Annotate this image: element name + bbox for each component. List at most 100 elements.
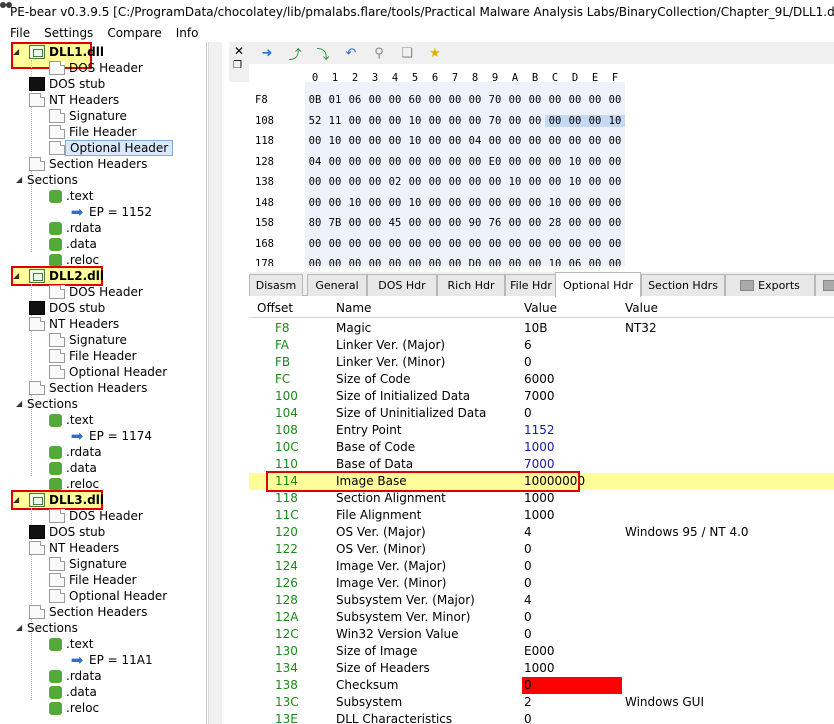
hex-byte[interactable]: 00 (365, 176, 385, 188)
hex-row[interactable]: 178 00 00 00 00 00 00 00 00 D0 00 00 00 10 06 00 00 (249, 256, 834, 266)
tree-item-dos-stub[interactable]: DOS stub (29, 524, 105, 540)
tree-item-section-data[interactable]: .data (49, 236, 97, 252)
table-row[interactable]: FA Linker Ver. (Major) 6 (249, 337, 834, 354)
tree-item-entry-point[interactable]: ➡ EP = 1174 (69, 428, 152, 444)
hex-byte[interactable]: 00 (405, 238, 425, 250)
tree-item-entry-point[interactable]: ➡ EP = 1152 (69, 204, 152, 220)
row-value[interactable]: 0 (524, 559, 532, 573)
table-row[interactable]: FC Size of Code 6000 (249, 371, 834, 388)
hex-byte[interactable]: 76 (485, 217, 505, 229)
tree-item-entry-point[interactable]: ➡ EP = 11A1 (69, 652, 153, 668)
row-value[interactable]: 6000 (524, 372, 555, 386)
hex-byte[interactable]: 00 (465, 156, 485, 168)
dll-node[interactable]: DLL3.dll (29, 492, 104, 508)
hex-byte[interactable]: 00 (465, 115, 485, 127)
hex-byte[interactable]: 00 (385, 94, 405, 106)
table-row[interactable]: 124 Image Ver. (Major) 0 (249, 558, 834, 575)
hex-byte[interactable]: 00 (405, 217, 425, 229)
hex-byte[interactable]: 00 (445, 115, 465, 127)
hex-byte[interactable]: 00 (325, 156, 345, 168)
hex-byte[interactable]: 00 (585, 135, 605, 147)
hex-row[interactable]: 138 00 00 00 00 02 00 00 00 00 00 10 00 00 10 00 00 (249, 174, 834, 190)
hex-byte[interactable]: 10 (345, 197, 365, 209)
table-row[interactable]: 114 Image Base 10000000 (249, 471, 834, 492)
hex-byte[interactable]: 00 (445, 176, 465, 188)
row-value[interactable]: 1000 (524, 491, 555, 505)
table-row[interactable]: F8 Magic 10B NT32 (249, 320, 834, 337)
hex-byte[interactable]: 00 (585, 176, 605, 188)
hex-byte[interactable]: 00 (305, 135, 325, 147)
pin-icon[interactable]: ⚲ (369, 44, 389, 62)
tree-item-nt-headers[interactable]: NT Headers (29, 316, 119, 332)
hex-byte[interactable]: 00 (605, 94, 625, 106)
hex-byte[interactable]: 00 (505, 156, 525, 168)
row-value[interactable]: 10B (524, 321, 548, 335)
hex-byte[interactable]: 00 (385, 156, 405, 168)
tree-item-section-data[interactable]: .data (49, 684, 97, 700)
col-value-desc[interactable]: Value (625, 301, 658, 315)
row-value[interactable]: 0 (524, 678, 532, 692)
hex-byte[interactable]: 00 (545, 94, 565, 106)
hex-byte[interactable]: 00 (445, 135, 465, 147)
hex-byte[interactable]: 00 (605, 176, 625, 188)
hex-byte[interactable]: 00 (445, 94, 465, 106)
undo-icon[interactable]: ↶ (341, 44, 361, 62)
row-value[interactable]: 0 (524, 355, 532, 369)
hex-byte[interactable]: 00 (605, 217, 625, 229)
hex-byte[interactable]: 00 (565, 114, 585, 127)
menu-info[interactable]: Info (176, 26, 199, 40)
hex-byte[interactable]: E0 (485, 156, 505, 168)
tree-item-dos-stub[interactable]: DOS stub (29, 300, 105, 316)
hex-byte[interactable]: 10 (405, 197, 425, 209)
tree-item-signature[interactable]: Signature (49, 332, 127, 348)
hex-byte[interactable]: 00 (385, 238, 405, 250)
hex-byte[interactable]: 00 (605, 238, 625, 250)
hex-byte[interactable]: 00 (325, 197, 345, 209)
col-value[interactable]: Value (524, 301, 557, 315)
hex-byte[interactable]: 00 (325, 238, 345, 250)
hex-byte[interactable]: 00 (445, 217, 465, 229)
tree-item-file-header[interactable]: File Header (49, 124, 137, 140)
expand-toggle[interactable]: ◢ (16, 399, 22, 408)
hex-row[interactable]: 158 80 7B 00 00 45 00 00 00 90 76 00 00 28 00 00 00 (249, 215, 834, 231)
hex-byte[interactable]: 00 (365, 135, 385, 147)
hex-byte[interactable]: 06 (565, 258, 585, 266)
hex-row[interactable]: 168 00 00 00 00 00 00 00 00 00 00 00 00 00 00 00 00 (249, 236, 834, 252)
table-row[interactable]: 11C File Alignment 1000 (249, 507, 834, 524)
hex-byte[interactable]: 00 (445, 238, 465, 250)
hex-byte[interactable]: 00 (345, 156, 365, 168)
hex-byte[interactable]: 90 (465, 217, 485, 229)
table-row[interactable]: 13C Subsystem 2 Windows GUI (249, 694, 834, 711)
row-value[interactable]: E000 (524, 644, 555, 658)
hex-byte[interactable]: 10 (545, 258, 565, 266)
tree-item-section-text[interactable]: .text (49, 412, 94, 428)
expand-toggle[interactable]: ◢ (13, 47, 19, 56)
hex-byte[interactable]: 00 (365, 156, 385, 168)
hex-byte[interactable]: 00 (425, 94, 445, 106)
hex-byte[interactable]: D0 (465, 258, 485, 266)
hex-byte[interactable]: 00 (425, 156, 445, 168)
expand-toggle[interactable]: ◢ (16, 623, 22, 632)
hex-byte[interactable]: 00 (545, 114, 565, 127)
hex-byte[interactable]: 00 (525, 176, 545, 188)
col-name[interactable]: Name (336, 301, 371, 315)
menu-compare[interactable]: Compare (107, 26, 161, 40)
hex-byte[interactable]: 10 (545, 197, 565, 209)
hex-byte[interactable]: 00 (345, 238, 365, 250)
hex-byte[interactable]: 00 (325, 258, 345, 266)
table-row[interactable]: 104 Size of Uninitialized Data 0 (249, 405, 834, 422)
hex-byte[interactable]: 10 (405, 135, 425, 147)
row-value[interactable]: 0 (524, 542, 532, 556)
tab-exports[interactable]: Exports (725, 274, 815, 296)
row-value[interactable]: 0 (524, 610, 532, 624)
tree-item-file-header[interactable]: File Header (49, 572, 137, 588)
hex-byte[interactable]: 00 (585, 94, 605, 106)
row-value[interactable]: 0 (524, 627, 532, 641)
tree-item-signature[interactable]: Signature (49, 556, 127, 572)
hex-byte[interactable]: 02 (385, 176, 405, 188)
copy-icon[interactable]: ❏ (397, 44, 417, 62)
hex-row[interactable]: 118 00 10 00 00 00 10 00 00 04 00 00 00 00 00 00 00 (249, 133, 834, 149)
row-value[interactable]: 7000 (524, 389, 555, 403)
hex-byte[interactable]: 00 (605, 197, 625, 209)
tree-item-sections[interactable]: Sections (27, 620, 78, 636)
